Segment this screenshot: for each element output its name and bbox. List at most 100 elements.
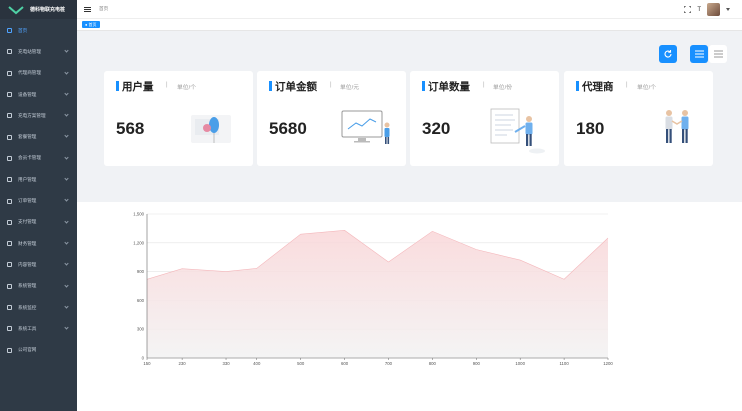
sidebar-item[interactable]: 设备管理 [0, 84, 77, 105]
refresh-icon [664, 50, 672, 58]
logo[interactable]: 德科物联充电桩 [0, 0, 77, 19]
chevron-down-icon [64, 48, 69, 53]
sidebar-item-label: 用户管理 [18, 176, 37, 182]
card-accent-bar [422, 81, 425, 91]
sidebar-item-label: 订单管理 [18, 198, 37, 204]
yen-icon [7, 219, 12, 225]
sidebar-item-label: 系统监控 [18, 304, 37, 310]
chevron-down-icon [64, 155, 69, 160]
x-tick-label: 900 [473, 361, 481, 366]
y-tick-label: 1,200 [133, 240, 144, 245]
sidebar-menu: 首页充电站管理代理商管理设备管理 充电方案管理套餐管理会员卡管理用户管理订单管理支… [0, 20, 77, 361]
card-accent-bar [116, 81, 119, 91]
tag-home[interactable]: ● 首页 [82, 21, 100, 28]
main-content: 用户量 | 单位/个 568 订单金额 | 单位/元 5680 订单数量 | 单… [77, 31, 742, 411]
sidebar-item[interactable]: 支付管理 [0, 212, 77, 233]
chevron-down-icon [64, 219, 69, 224]
home-icon [7, 28, 12, 34]
sidebar-item[interactable]: 系统监控 [0, 297, 77, 318]
x-tick-label: 600 [341, 361, 349, 366]
card-title: 订单数量 [428, 81, 470, 93]
sidebar-item-label: 财务管理 [18, 240, 37, 246]
sidebar-item[interactable]: 首页 [0, 20, 77, 41]
top-bar: 首页 T [77, 0, 742, 19]
card-order-amount[interactable]: 订单金额 | 单位/元 5680 [257, 71, 406, 166]
refresh-button[interactable] [659, 45, 677, 63]
sidebar-item[interactable]: 内容管理 [0, 254, 77, 275]
sidebar-item[interactable]: 系统工具 [0, 318, 77, 339]
card-separator: | [626, 82, 628, 88]
device-icon [7, 92, 12, 98]
chevron-down-icon [64, 133, 69, 139]
list-icon [694, 50, 704, 58]
sidebar-item-label: 会员卡管理 [18, 155, 41, 161]
chevron-down-icon [64, 69, 69, 75]
card-value: 5680 [269, 119, 307, 138]
sidebar-item[interactable]: 充电方案管理 [0, 105, 77, 126]
menu-view-button[interactable] [709, 45, 727, 63]
card-unit: 单位/个 [177, 85, 197, 91]
finance-icon [7, 241, 12, 247]
list-view-button[interactable] [690, 45, 708, 63]
y-tick-label: 300 [137, 327, 145, 332]
area-fill [147, 230, 608, 358]
x-tick-label: 1100 [559, 361, 569, 366]
chevron-down-icon [64, 304, 69, 309]
chevron-down-icon [64, 197, 69, 202]
area-chart-panel: 0 300 600 900 1,200 1,500 150 230 330 400 500 600 70… [77, 202, 742, 395]
card-order-count[interactable]: 订单数量 | 单位/份 320 [410, 71, 559, 166]
caret-down-icon[interactable] [726, 8, 730, 11]
card-title: 用户量 [122, 81, 154, 93]
sidebar-item[interactable]: 公司官网 [0, 339, 77, 360]
monitor-illustration-icon [341, 110, 390, 144]
send-icon [7, 347, 12, 353]
fullscreen-icon[interactable] [684, 6, 692, 13]
card-title: 代理商 [582, 81, 614, 93]
gear-icon [7, 283, 12, 289]
monitor-icon [7, 305, 12, 310]
menu-toggle-icon[interactable] [84, 6, 91, 12]
avatar[interactable] [707, 3, 720, 16]
chevron-down-icon [64, 112, 69, 117]
sidebar-item[interactable]: 充电站管理 [0, 41, 77, 62]
sidebar-item-label: 系统工具 [18, 325, 37, 331]
y-tick-label: 0 [142, 356, 145, 361]
card-agents[interactable]: 代理商 | 单位/个 180 [564, 71, 713, 166]
chevron-down-icon [64, 282, 69, 288]
sidebar-item-label: 首页 [18, 27, 28, 33]
menu-lines-icon [713, 50, 723, 58]
chevron-down-icon [64, 176, 69, 181]
user-icon [7, 177, 12, 183]
card-separator: | [483, 82, 485, 88]
sidebar-item[interactable]: 订单管理 [0, 190, 77, 211]
sidebar-item[interactable]: 用户管理 [0, 169, 77, 190]
area-chart: 0 300 600 900 1,200 1,500 150 230 330 400 500 600 70… [133, 212, 613, 367]
card-accent-bar [269, 81, 272, 91]
station-icon [7, 49, 12, 55]
sidebar-item[interactable]: 会员卡管理 [0, 148, 77, 169]
chevron-down-icon [64, 240, 69, 245]
sidebar-item-label: 充电站管理 [18, 48, 41, 54]
chevron-down-icon [64, 261, 69, 266]
card-accent-bar [576, 81, 579, 91]
breadcrumb[interactable]: 首页 [99, 6, 108, 12]
card-title: 订单金额 [275, 81, 317, 93]
tool-icon [7, 326, 12, 332]
sidebar-item-label: 支付管理 [18, 219, 37, 225]
x-tick-label: 500 [297, 361, 305, 366]
x-tick-label: 1200 [603, 361, 613, 366]
card-value: 568 [116, 119, 145, 138]
chevron-down-icon [64, 91, 69, 96]
sidebar-item-label: 套餐管理 [18, 134, 37, 140]
sidebar-item[interactable]: 财务管理 [0, 233, 77, 254]
sidebar-item-label: 代理商管理 [18, 70, 41, 76]
x-tick-label: 700 [385, 361, 393, 366]
document-illustration-icon [490, 108, 545, 154]
bottom-panel [77, 395, 742, 411]
sidebar-item[interactable]: 套餐管理 [0, 126, 77, 147]
sidebar-item[interactable]: 系统管理 [0, 276, 77, 297]
text-size-icon[interactable]: T [697, 7, 701, 13]
card-icon [7, 155, 12, 161]
card-users[interactable]: 用户量 | 单位/个 568 [104, 71, 253, 166]
sidebar-item[interactable]: 代理商管理 [0, 63, 77, 84]
